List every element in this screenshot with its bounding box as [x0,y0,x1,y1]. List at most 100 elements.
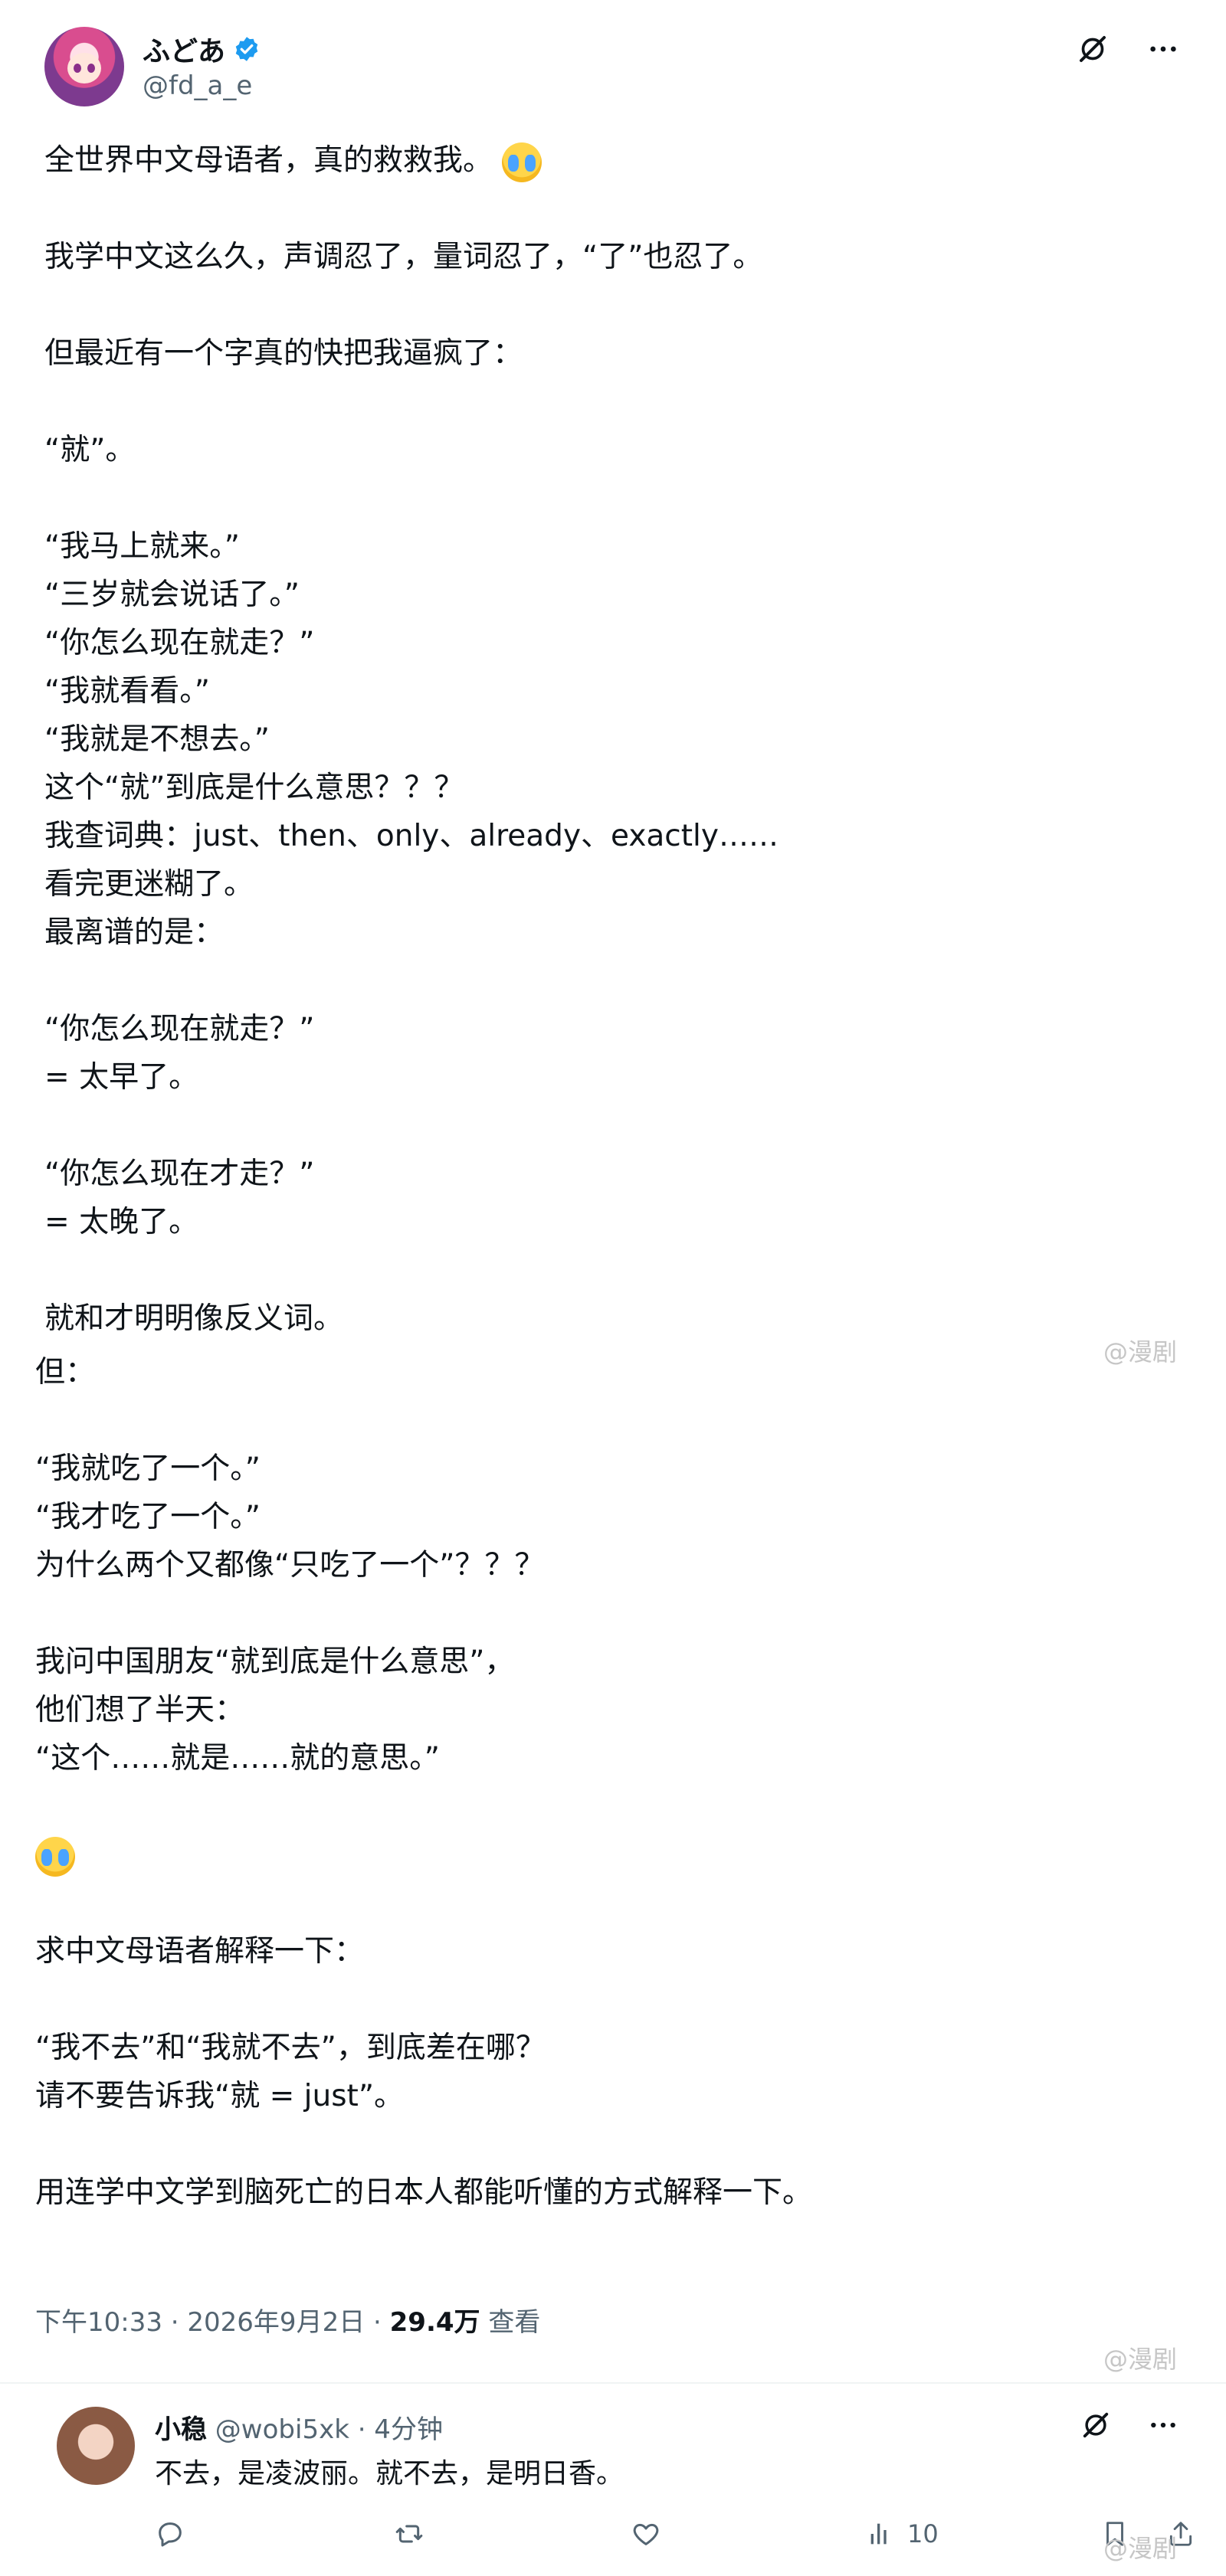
like-button[interactable] [630,2519,662,2549]
post-text-span: “我就看看。” [44,674,210,709]
post-text-span: 我学中文这么久，声调忍了，量词忍了，“了”也忍了。 [44,240,763,274]
post-timestamp-row: 下午10:33 · 2026年9月2日 · 29.4万 查看 [35,2301,540,2339]
reply-header: 小稳 @wobi5xk · 4分钟 [155,2408,443,2446]
post-text-line: 为什么两个又都像“只吃了一个”？？？ [35,1541,1154,1589]
like-icon [633,2523,659,2545]
post-text-line: 最离谱的是： [44,908,1163,957]
post-text-line: 但最近有一个字真的快把我逼疯了： [44,329,1163,378]
post-text-span: 求中文母语者解释一下： [35,1934,365,1969]
author-name-row[interactable]: ふどあ [143,29,261,69]
post-text-line: “你怎么现在就走？” [44,1005,1163,1053]
post-text-span: “这个……就是……就的意思。” [35,1741,440,1776]
post-text-line: 用连学中文学到脑死亡的日本人都能听懂的方式解释一下。 [35,2168,1154,2217]
views-button[interactable]: 10 [866,2519,939,2549]
post-text-span: “你怎么现在就走？” [44,626,315,660]
more-icon[interactable] [1145,31,1182,67]
post-text-span: “我马上就来。” [44,529,240,564]
author-display-name[interactable]: ふどあ [143,29,225,69]
post-text-line: “三岁就会说话了。” [44,571,1163,619]
post-text-line: 求中文母语者解释一下： [35,1927,1154,1975]
post-text-span: “我不去”和“我就不去”，到底差在哪？ [35,2031,546,2065]
reply-views-count: 10 [907,2519,939,2548]
post-text-line: 全世界中文母语者，真的救救我。 [44,136,1163,185]
post-text-line: 他们想了半天： [35,1686,1154,1734]
post-text-span: 全世界中文母语者，真的救救我。 [44,143,493,178]
post-views-label: 查看 [480,2307,541,2338]
reply-display-name[interactable]: 小稳 [155,2414,207,2445]
post-text-line: 我学中文这么久，声调忍了，量词忍了，“了”也忍了。 [44,233,1163,281]
post-text-line: “你怎么现在才走？” [44,1150,1163,1198]
reply-item[interactable]: 小稳 @wobi5xk · 4分钟 不去，是凌波丽。就不去，是明日香。 10 @… [0,2384,1226,2576]
post-text-span: 最离谱的是： [44,915,225,950]
post-text-line: 但： [35,1348,1154,1396]
reply-action-bar: 10 [0,2512,1226,2566]
post-text-span: 为什么两个又都像“只吃了一个”？？？ [35,1548,545,1583]
post-text-part2: 但： “我就吃了一个。” “我才吃了一个。” 为什么两个又都像“只吃了一个”？？？ 我问… [35,1348,1154,2217]
author-avatar[interactable] [44,27,124,106]
post-text-line: 我查词典：just、then、only、already、exactly…… [44,812,1163,860]
post-text-span: “你怎么现在就走？” [44,1012,315,1046]
repost-button[interactable] [392,2519,426,2549]
watermark: @漫剧 [1103,2345,1178,2374]
watermark: @漫剧 [1103,2534,1178,2563]
post-text-span: 这个“就”到底是什么意思？？？ [44,771,464,805]
post-text-line: “我就是不想去。” [44,715,1163,764]
post-text-line: = 太早了。 [44,1053,1163,1101]
post-text-line: “你怎么现在就走？” [44,619,1163,667]
post-timestamp[interactable]: 下午10:33 · 2026年9月2日 · [35,2307,390,2338]
post-top-actions [1074,31,1182,67]
post-text-span: 请不要告诉我“就 = just”。 [35,2079,405,2113]
reply-text: 不去，是凌波丽。就不去，是明日香。 [155,2458,624,2489]
post-text-span: 用连学中文学到脑死亡的日本人都能听懂的方式解释一下。 [35,2175,813,2210]
author-handle[interactable]: @fd_a_e [143,70,252,101]
post-text-span: = 太早了。 [44,1060,199,1095]
post-text-span: “我就吃了一个。” [35,1452,261,1486]
more-icon[interactable] [1145,2407,1182,2443]
post-text-line: = 太晚了。 [44,1198,1163,1246]
post-text-line: “我马上就来。” [44,522,1163,571]
post-text-line: 请不要告诉我“就 = just”。 [35,2072,1154,2120]
reply-button[interactable] [155,2519,185,2549]
post-text-line: “我就吃了一个。” [35,1445,1154,1493]
post-text-part1: 全世界中文母语者，真的救救我。 我学中文这么久，声调忍了，量词忍了，“了”也忍了… [44,136,1163,1343]
grok-icon[interactable] [1077,2407,1114,2443]
post-text-line: “我不去”和“我就不去”，到底差在哪？ [35,2024,1154,2072]
post-text-span: 但： [35,1355,96,1389]
post-text-line: “这个……就是……就的意思。” [35,1734,1154,1782]
emoji-line [35,1831,1154,1879]
post-text-span: 看完更迷糊了。 [44,867,254,902]
views-icon [870,2523,887,2545]
reply-handle-meta[interactable]: @wobi5xk · 4分钟 [207,2414,443,2445]
post-text-span: 我问中国朋友“就到底是什么意思”， [35,1645,515,1679]
post-text-line: “就”。 [44,426,1163,474]
post-text-span: “你怎么现在才走？” [44,1157,315,1191]
reply-icon [159,2522,182,2547]
post-text-line: “我才吃了一个。” [35,1493,1154,1541]
post-text-span: = 太晚了。 [44,1205,199,1239]
reply-top-actions [1077,2407,1182,2443]
verified-badge-icon [235,37,258,61]
post-text-span: 但最近有一个字真的快把我逼疯了： [44,336,523,371]
post-text-span: “我才吃了一个。” [35,1500,261,1534]
crying-face-icon [502,142,543,182]
repost-icon [395,2525,423,2543]
post-text-line: 就和才明明像反义词。 [44,1295,1163,1343]
post-container: ふどあ @fd_a_e 全世界中文母语者，真的救救我。 我学中文这么久，声调忍了… [0,0,1226,2375]
grok-icon[interactable] [1074,31,1111,67]
reply-avatar[interactable] [57,2407,135,2485]
post-views-count: 29.4万 [389,2307,480,2338]
post-text-span: 他们想了半天： [35,1693,245,1727]
post-text-span: 我查词典：just、then、only、already、exactly…… [44,819,779,853]
post-text-span: “我就是不想去。” [44,722,270,757]
